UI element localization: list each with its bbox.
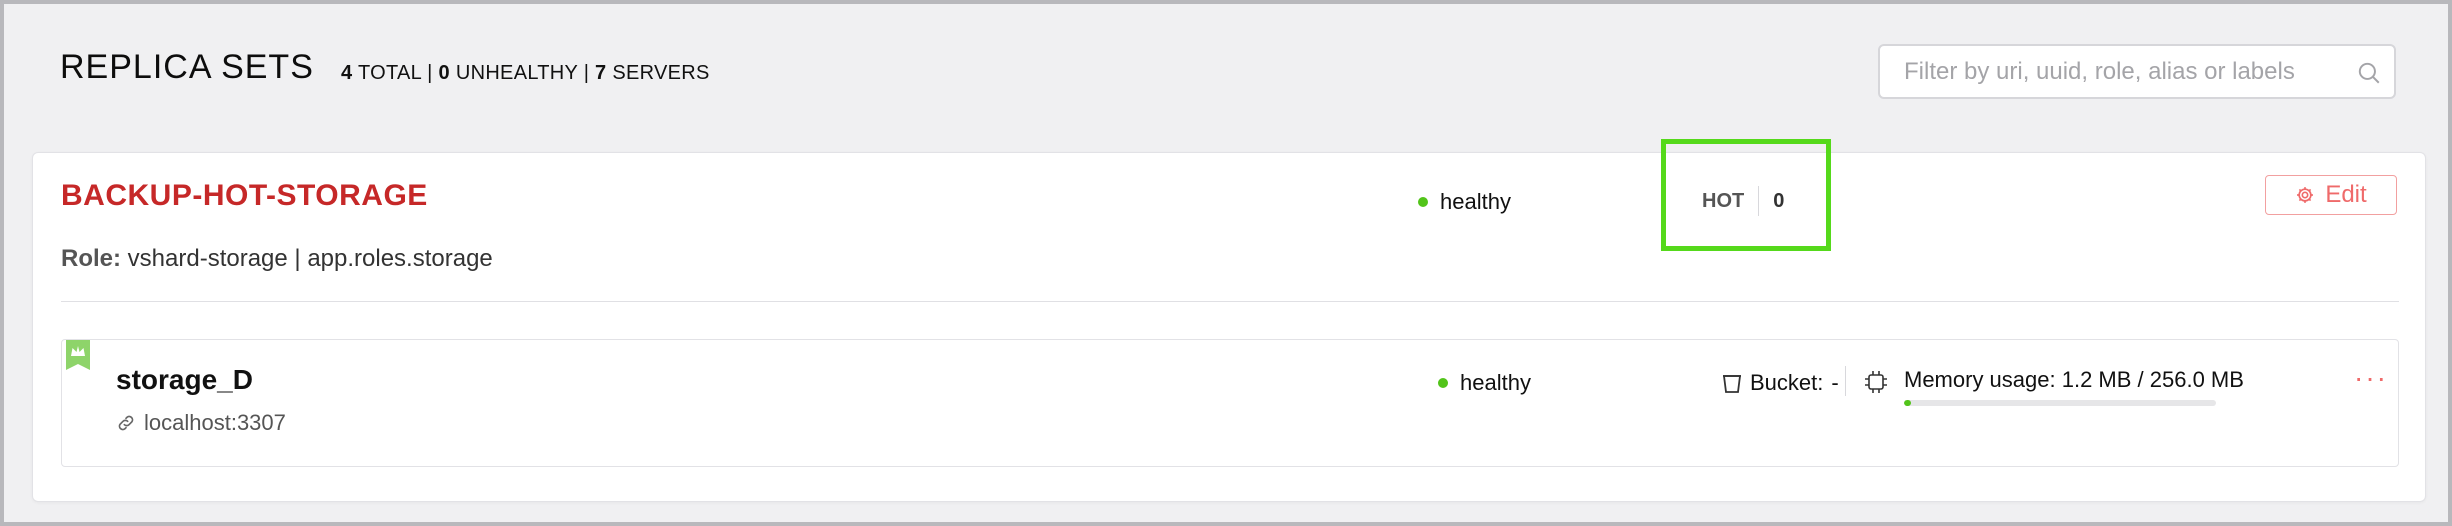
- page-title: REPLICA SETS: [60, 48, 314, 86]
- servers-label: SERVERS: [612, 62, 710, 84]
- server-status: healthy: [1438, 370, 1531, 396]
- bucket-icon: [1722, 375, 1742, 393]
- replicaset-name[interactable]: BACKUP-HOT-STORAGE: [61, 179, 428, 213]
- search-box[interactable]: [1878, 44, 2396, 99]
- badge-divider: [1758, 186, 1760, 216]
- server-alias[interactable]: storage_D: [116, 364, 253, 396]
- memory-usage: Memory usage: 1.2 MB / 256.0 MB: [1904, 367, 2244, 392]
- memory-progress-fill: [1904, 400, 1911, 406]
- status-dot: [1438, 378, 1448, 388]
- bucket-info: Bucket: -: [1722, 370, 1839, 396]
- stats-divider: [1845, 366, 1846, 396]
- vshard-group-highlight: HOT 0: [1661, 139, 1831, 251]
- unhealthy-count: 0: [438, 62, 450, 84]
- server-uri: localhost:3307: [116, 410, 286, 436]
- more-actions-button[interactable]: ···: [2354, 362, 2388, 394]
- vshard-group-weight: 0: [1773, 189, 1785, 212]
- summary-separator: |: [583, 62, 590, 84]
- summary-separator: |: [427, 62, 433, 84]
- role-label: Role:: [61, 245, 121, 272]
- edit-label: Edit: [2325, 181, 2367, 208]
- replicasets-page: REPLICA SETS 4 TOTAL | 0 UNHEALTHY | 7 S…: [0, 0, 2452, 526]
- bucket-label: Bucket:: [1750, 370, 1824, 395]
- total-label: TOTAL: [357, 62, 422, 84]
- unhealthy-label: UNHEALTHY: [455, 62, 578, 84]
- status-text: healthy: [1440, 189, 1511, 214]
- bucket-value: -: [1831, 370, 1839, 395]
- divider: [61, 301, 2399, 302]
- server-uri-text: localhost:3307: [144, 410, 286, 435]
- search-icon[interactable]: [2356, 60, 2382, 86]
- crown-icon: [66, 340, 90, 370]
- memory-progress-bar: [1904, 400, 2216, 406]
- role-values: vshard-storage | app.roles.storage: [127, 245, 493, 272]
- gear-icon: [2297, 187, 2314, 203]
- vshard-group-badge: HOT 0: [1702, 186, 1784, 216]
- servers-count: 7: [595, 62, 607, 84]
- server-row[interactable]: storage_D localhost:3307 healthy Bucket:…: [61, 339, 2399, 467]
- edit-button[interactable]: Edit: [2265, 175, 2397, 215]
- link-icon: [118, 415, 134, 431]
- chip-icon: [1865, 371, 1887, 393]
- replicaset-roles: Role: vshard-storage | app.roles.storage: [61, 245, 493, 273]
- replicaset-card: BACKUP-HOT-STORAGE healthy HOT 0 Edit Ro…: [32, 139, 2426, 502]
- total-count: 4: [341, 62, 353, 84]
- status-text: healthy: [1460, 370, 1531, 395]
- cluster-summary: 4 TOTAL | 0 UNHEALTHY | 7 SERVERS: [341, 62, 710, 85]
- status-dot: [1418, 197, 1428, 207]
- search-input[interactable]: [1904, 56, 2344, 88]
- replicaset-status: healthy: [1418, 189, 1511, 215]
- vshard-group-label: HOT: [1702, 189, 1745, 212]
